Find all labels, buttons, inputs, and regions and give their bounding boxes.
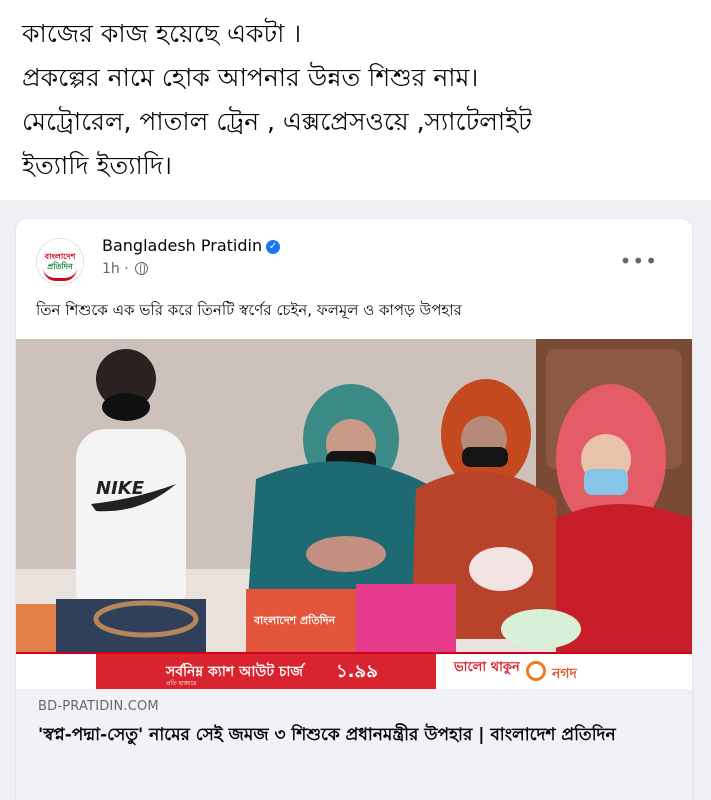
caption-line-2: প্রকল্পের নামে হোক আপনার উন্নত শিশুর নাম…	[22, 63, 479, 92]
ad-main-block: সর্বনিম্ন ক্যাশ আউট চার্জ ১.৯৯ প্রতি হাজ…	[96, 654, 436, 689]
link-domain: BD-PRATIDIN.COM	[38, 699, 159, 714]
caption-line-3: মেট্রোরেল, পাতাল ট্রেন , এক্সপ্রেসওয়ে ,…	[22, 107, 532, 136]
post-photo[interactable]: NIKE বাংলাদেশ প্রতিদিন সর্বনিম্ন ক্যাশ আ…	[16, 339, 692, 689]
page-name[interactable]: Bangladesh Pratidin	[102, 236, 262, 255]
logo-arc	[43, 268, 77, 281]
verified-badge-icon: ✓	[266, 239, 281, 254]
caption-line-4: ইত্যাদি ইত্যাদি।	[22, 151, 172, 180]
shared-post-header: বাংলাদেশ প্রতিদিন Bangladesh Pratidin ✓ 1…	[16, 219, 692, 289]
ad-banner[interactable]: সর্বনিম্ন ক্যাশ আউট চার্জ ১.৯৯ প্রতি হাজ…	[16, 652, 692, 689]
caption-line-1: কাজের কাজ হয়েছে একটা ।	[22, 19, 302, 48]
ad-small-text: প্রতি হাজারে	[166, 680, 197, 687]
more-options-icon[interactable]: •••	[620, 249, 658, 273]
photo-illustration: NIKE বাংলাদেশ প্রতিদিন	[16, 339, 692, 689]
nagad-brand-text: নগদ	[552, 666, 577, 682]
link-preview[interactable]: BD-PRATIDIN.COM 'স্বপ্ন-পদ্মা-সেতু' নামে…	[16, 689, 692, 800]
shirt-brand-text: NIKE	[96, 478, 145, 499]
post-caption: কাজের কাজ হয়েছে একটা । প্রকল্পের নামে হ…	[22, 12, 692, 188]
nagad-logo-icon	[526, 661, 546, 681]
shared-post-card[interactable]: বাংলাদেশ প্রতিদিন Bangladesh Pratidin ✓ 1…	[16, 219, 692, 800]
logo-text-top: বাংলাদেশ	[44, 252, 76, 261]
page-avatar[interactable]: বাংলাদেশ প্রতিদিন	[36, 238, 84, 286]
shared-post-text: তিন শিশুকে এক ভরি করে তিনটি স্বর্ণের চেই…	[36, 301, 462, 319]
post-meta: 1h ·	[102, 261, 149, 277]
ad-price: ১.৯৯	[336, 661, 378, 682]
post-time[interactable]: 1h ·	[102, 261, 129, 277]
page-name-row: Bangladesh Pratidin ✓	[102, 236, 281, 255]
link-headline[interactable]: 'স্বপ্ন-পদ্মা-সেতু' নামের সেই জমজ ৩ শিশু…	[38, 722, 668, 748]
globe-icon	[135, 262, 149, 275]
ad-brand-text: ভালো থাকুন	[454, 660, 520, 675]
bag-label: বাংলাদেশ প্রতিদিন	[253, 613, 336, 627]
